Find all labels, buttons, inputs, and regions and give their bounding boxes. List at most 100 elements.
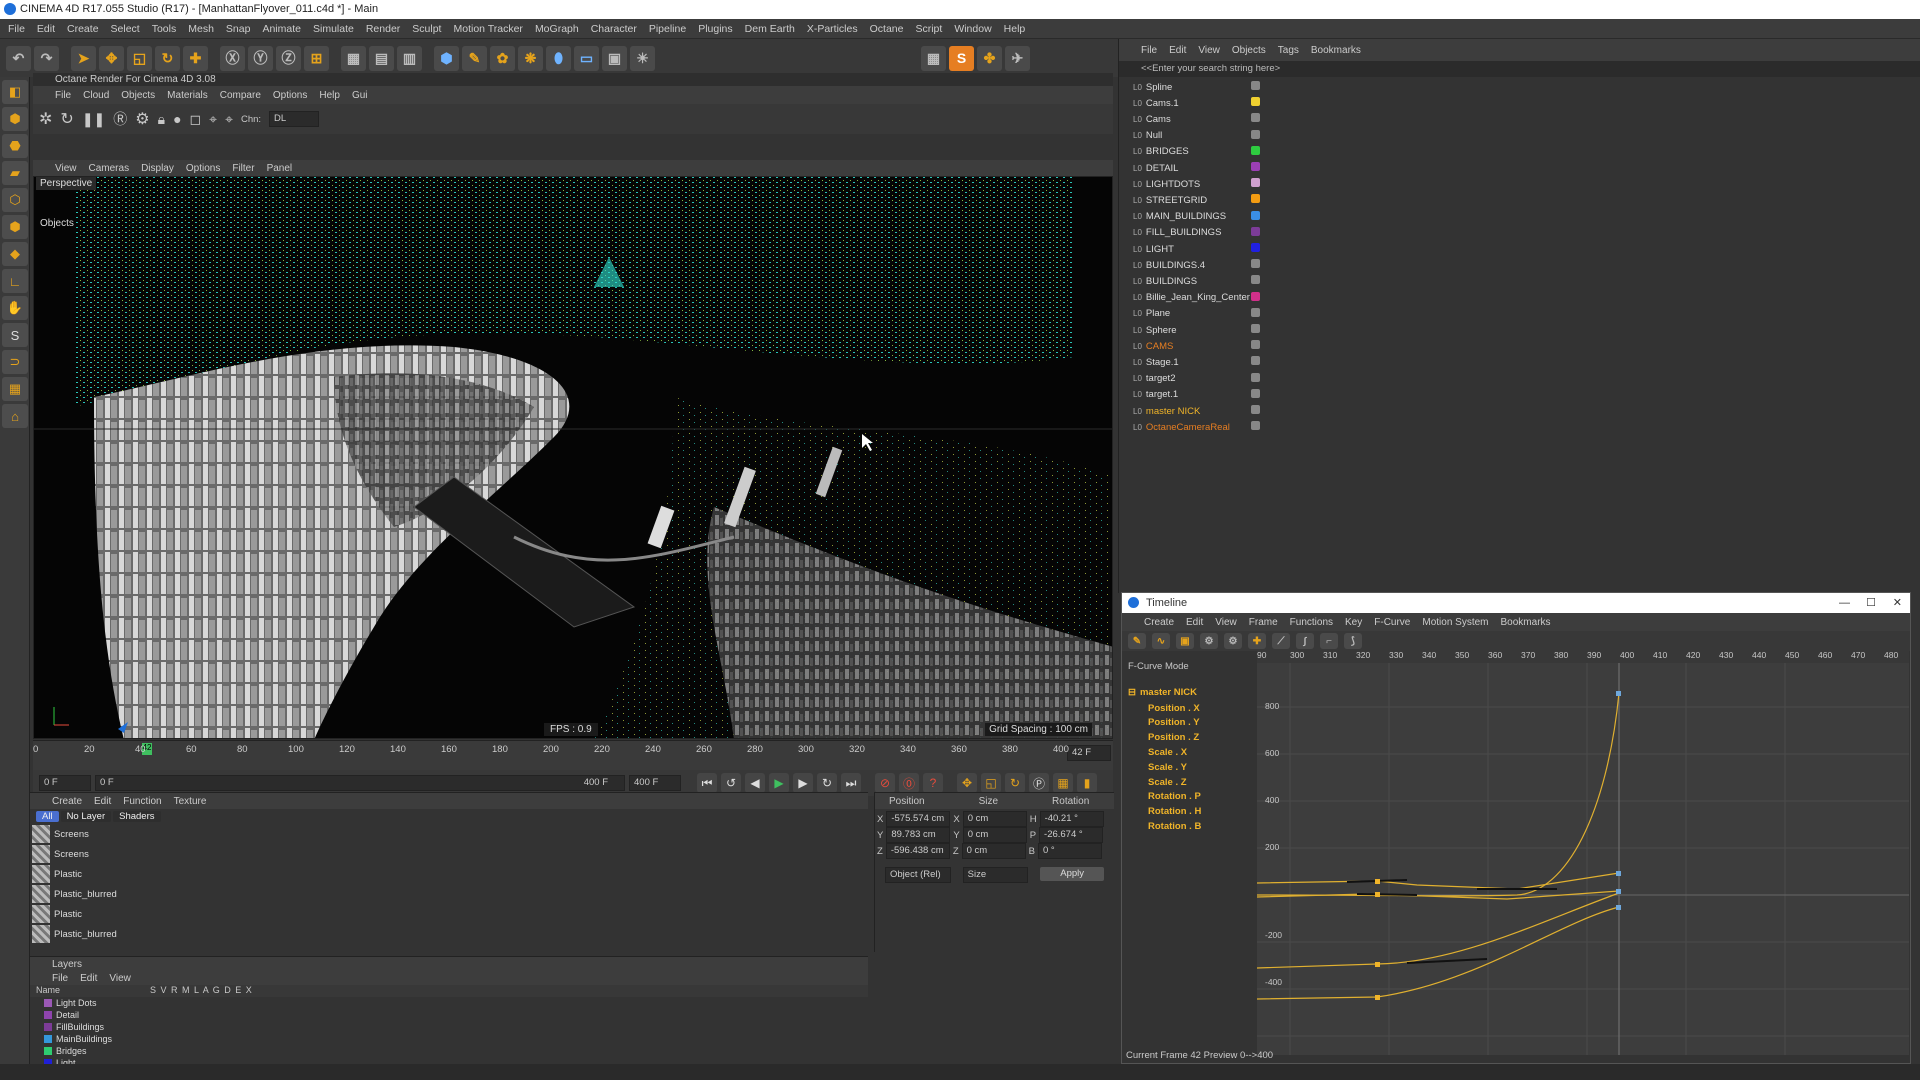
redo-icon[interactable]: ↷ [34, 45, 59, 71]
object-color-tag[interactable] [1251, 129, 1260, 139]
layer-color-swatch[interactable] [44, 999, 52, 1007]
material-item[interactable]: Plastic_blurred [30, 924, 868, 944]
cube-icon[interactable]: ⬢ [434, 45, 459, 71]
octane-focus-icon[interactable]: ◻ [190, 111, 202, 128]
render-settings-icon[interactable]: ▥ [397, 45, 422, 71]
tl-tool2-icon[interactable]: ⚙ [1224, 633, 1242, 649]
menu-pipeline[interactable]: Pipeline [649, 23, 686, 35]
timeline-object-row[interactable]: ⊟ master NICK [1128, 687, 1197, 698]
material-menu-texture[interactable]: Texture [174, 796, 207, 807]
octane-sphere-icon[interactable]: ● [173, 111, 181, 127]
menu-snap[interactable]: Snap [226, 23, 251, 35]
viewport-menu-filter[interactable]: Filter [232, 163, 254, 174]
timeline-menu-motion-system[interactable]: Motion System [1422, 617, 1488, 628]
menu-edit[interactable]: Edit [37, 23, 55, 35]
menu-tools[interactable]: Tools [152, 23, 177, 35]
end-frame-field[interactable]: 400 F [629, 775, 681, 791]
goto-start-icon[interactable]: ⏮ [697, 773, 717, 793]
object-row[interactable]: L0 STREETGRID [1133, 192, 1207, 208]
goto-prev-key-icon[interactable]: ↺ [721, 773, 741, 793]
object-row[interactable]: L0 Cams [1133, 111, 1171, 127]
menu-help[interactable]: Help [1004, 23, 1026, 35]
size-mode-select[interactable]: Size [962, 867, 1029, 883]
octane-menu-objects[interactable]: Objects [121, 90, 155, 101]
octane-menu-compare[interactable]: Compare [220, 90, 261, 101]
object-row[interactable]: L0 LIGHTDOTS [1133, 176, 1200, 192]
tweak-icon[interactable]: ✋ [2, 296, 28, 320]
tl-tool-icon[interactable]: ⚙ [1200, 633, 1218, 649]
object-color-tag[interactable] [1251, 324, 1260, 333]
tl-ease-icon[interactable]: ⟆ [1344, 633, 1362, 649]
tl-step-icon[interactable]: ⌐ [1320, 633, 1338, 649]
menu-x-particles[interactable]: X-Particles [807, 23, 858, 35]
object-row[interactable]: L0 Cams.1 [1133, 95, 1179, 111]
axis-mode-icon[interactable]: ∟ [2, 269, 28, 293]
magnet-icon[interactable]: ⊃ [2, 350, 28, 374]
menu-file[interactable]: File [8, 23, 25, 35]
expand-icon[interactable]: ⊟ [1128, 687, 1136, 698]
object-row[interactable]: L0 FILL_BUILDINGS [1133, 225, 1221, 241]
key-param-icon[interactable]: Ⓟ [1029, 773, 1049, 793]
layers-menu-edit[interactable]: Edit [80, 973, 97, 984]
menu-mograph[interactable]: MoGraph [535, 23, 579, 35]
object-menu-view[interactable]: View [1198, 45, 1220, 56]
menu-render[interactable]: Render [366, 23, 400, 35]
layer-color-swatch[interactable] [44, 1023, 52, 1031]
points-mode-icon[interactable]: ⬡ [2, 188, 28, 212]
rotate-icon[interactable]: ↻ [155, 45, 180, 71]
menu-script[interactable]: Script [915, 23, 942, 35]
render-picture-icon[interactable]: ▤ [369, 45, 394, 71]
viewport-menu-view[interactable]: View [55, 163, 77, 174]
layers-menu-view[interactable]: View [109, 973, 131, 984]
layer-row[interactable]: Bridges [30, 1045, 868, 1057]
object-row[interactable]: L0 Stage.1 [1133, 354, 1179, 370]
timeline-menu-edit[interactable]: Edit [1186, 617, 1203, 628]
character-icon[interactable]: ✈ [1005, 45, 1030, 71]
menu-motion-tracker[interactable]: Motion Tracker [453, 23, 522, 35]
octane-gear-icon[interactable]: ⚙ [135, 109, 149, 129]
size-field[interactable]: 0 cm [962, 811, 1027, 827]
record-active-icon[interactable]: ⊘ [875, 773, 895, 793]
s-plugin-icon[interactable]: S [949, 45, 974, 71]
current-frame-field[interactable]: 42 F [1067, 745, 1111, 761]
octane-menu-materials[interactable]: Materials [167, 90, 208, 101]
3d-viewport[interactable]: Perspective Objects FPS : 0.9 Grid Spaci… [33, 176, 1113, 739]
start-frame-field[interactable]: 0 F [39, 775, 91, 791]
key-scale-icon[interactable]: ◱ [981, 773, 1001, 793]
menu-select[interactable]: Select [111, 23, 140, 35]
object-menu-objects[interactable]: Objects [1232, 45, 1266, 56]
menu-character[interactable]: Character [591, 23, 637, 35]
render-view-icon[interactable]: ▦ [341, 45, 366, 71]
octane-refresh-icon[interactable]: ↻ [60, 109, 73, 129]
maximize-icon[interactable]: ☐ [1866, 593, 1876, 613]
menu-dem-earth[interactable]: Dem Earth [745, 23, 795, 35]
timeline-menu-view[interactable]: View [1215, 617, 1237, 628]
object-color-tag[interactable] [1251, 145, 1260, 155]
sculpt-icon[interactable]: ✤ [977, 45, 1002, 71]
octane-menu-help[interactable]: Help [319, 90, 340, 101]
layers-menu-file[interactable]: File [52, 973, 68, 984]
object-color-tag[interactable] [1251, 243, 1260, 252]
camera-icon[interactable]: ▣ [602, 45, 627, 71]
fcurve-track[interactable]: Position . Z [1148, 731, 1199, 745]
layer-row[interactable]: Light Dots [30, 997, 868, 1009]
object-row[interactable]: L0 target.1 [1133, 387, 1178, 403]
octane-pick-icon[interactable]: ⌖ [209, 111, 217, 128]
object-color-tag[interactable] [1251, 291, 1260, 301]
select-icon[interactable]: ➤ [71, 45, 96, 71]
floor-icon[interactable]: ▭ [574, 45, 599, 71]
workplane-icon[interactable]: ▰ [2, 161, 28, 185]
tl-spline-icon[interactable]: ∫ [1296, 633, 1314, 649]
viewport-menu-options[interactable]: Options [186, 163, 220, 174]
object-color-tag[interactable] [1251, 307, 1260, 317]
object-row[interactable]: L0 Null [1133, 128, 1162, 144]
object-color-tag[interactable] [1251, 194, 1260, 204]
play-icon[interactable]: ▶ [769, 773, 789, 793]
object-color-tag[interactable] [1251, 372, 1260, 382]
object-row[interactable]: L0 master NICK [1133, 403, 1200, 419]
keyframe-selection-icon[interactable]: ? [923, 773, 943, 793]
object-row[interactable]: L0 CAMS [1133, 338, 1173, 354]
fcurve-frame-ruler[interactable]: 90 300 310 320 330 340 350 360 370 380 390 400 410 42… [1257, 649, 1909, 663]
object-row[interactable]: L0 BRIDGES [1133, 144, 1189, 160]
object-color-tag[interactable] [1251, 405, 1260, 414]
